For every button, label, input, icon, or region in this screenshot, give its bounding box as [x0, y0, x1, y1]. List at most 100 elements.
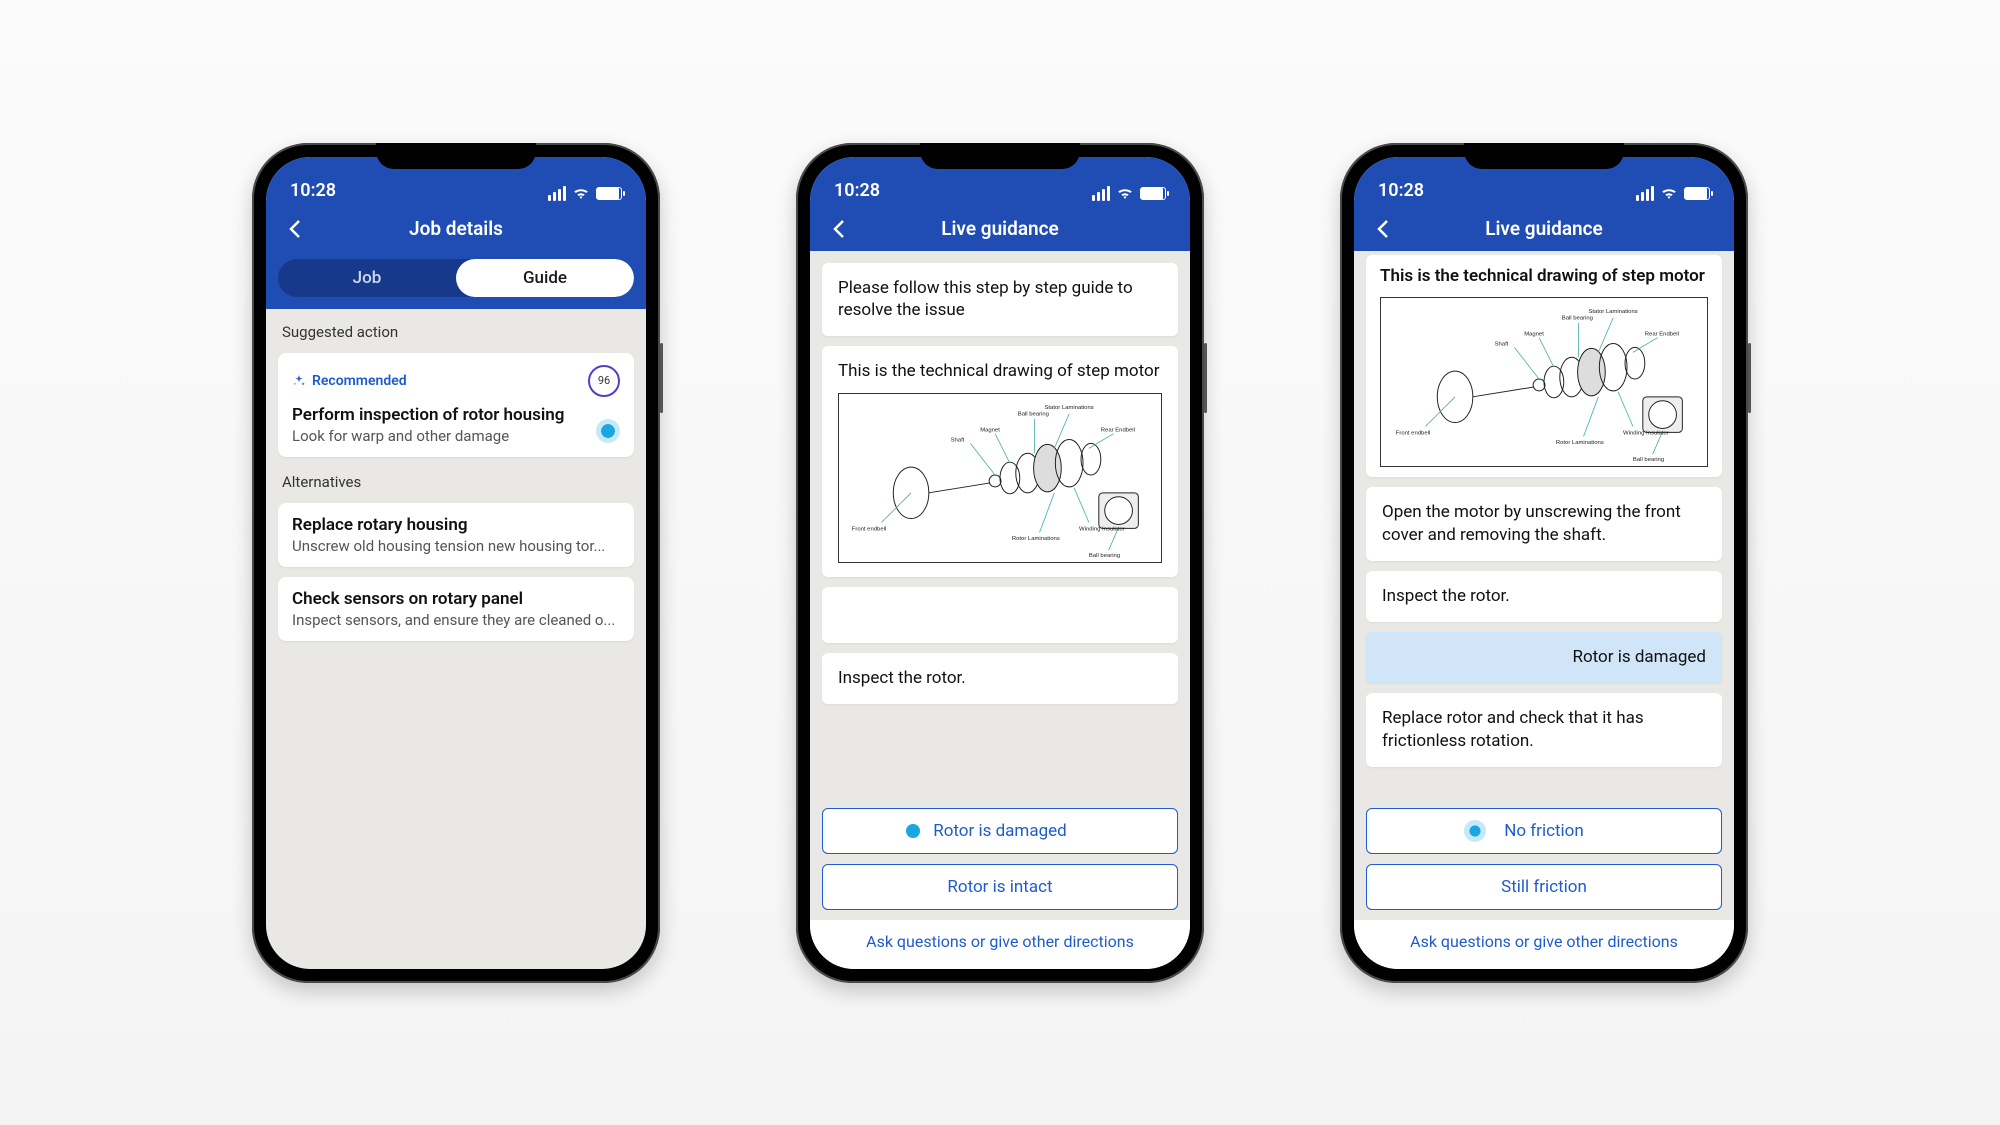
- msg-text: Inspect the rotor.: [838, 667, 1162, 690]
- guidance-message-replace: Replace rotor and check that it has fric…: [1366, 693, 1722, 767]
- svg-text:Front endbell: Front endbell: [852, 527, 886, 533]
- svg-text:Winding Insulator: Winding Insulator: [1623, 431, 1669, 437]
- svg-text:Stator Laminations: Stator Laminations: [1044, 405, 1093, 411]
- tab-guide[interactable]: Guide: [456, 259, 634, 297]
- nav-title: Job details: [409, 217, 503, 240]
- svg-text:Shaft: Shaft: [951, 438, 965, 444]
- battery-icon: [596, 187, 622, 200]
- phone-frame-3: 10:28 Live guidance This is the technica…: [1340, 143, 1748, 983]
- back-button[interactable]: [828, 217, 852, 241]
- sparkle-icon: [292, 374, 306, 388]
- svg-text:Ball bearing: Ball bearing: [1018, 412, 1049, 418]
- guidance-message-inspect: Inspect the rotor.: [822, 653, 1178, 704]
- svg-text:Stator Laminations: Stator Laminations: [1588, 309, 1637, 315]
- msg-text: Inspect the rotor.: [1382, 585, 1706, 608]
- option-no-friction[interactable]: No friction: [1366, 808, 1722, 854]
- option-label: Rotor is damaged: [933, 821, 1067, 841]
- section-alternatives-label: Alternatives: [278, 467, 634, 493]
- wifi-icon: [572, 186, 590, 200]
- cellular-icon: [1092, 186, 1110, 201]
- alternative-card-2[interactable]: Check sensors on rotary panel Inspect se…: [278, 577, 634, 641]
- score-value: 96: [598, 374, 610, 387]
- technical-drawing: Front endbell Shaft Magnet Ball bearing …: [838, 393, 1162, 563]
- ask-label: Ask questions or give other directions: [866, 932, 1134, 951]
- status-icons: [548, 186, 622, 201]
- svg-text:Ball bearing: Ball bearing: [1089, 553, 1120, 559]
- pulse-indicator-icon: [906, 824, 920, 838]
- guidance-message-inspect: Inspect the rotor.: [1366, 571, 1722, 622]
- nav-title: Live guidance: [941, 217, 1059, 240]
- svg-text:Shaft: Shaft: [1495, 342, 1509, 348]
- alt2-subtitle: Inspect sensors, and ensure they are cle…: [292, 611, 620, 629]
- svg-text:Ball bearing: Ball bearing: [1562, 316, 1593, 322]
- screen-1: 10:28 Job details Job Guide Suggested ac…: [266, 157, 646, 969]
- msg-text: This is the technical drawing of step mo…: [838, 360, 1162, 383]
- segmented-control: Job Guide: [278, 259, 634, 297]
- ask-questions-link[interactable]: Ask questions or give other directions: [1354, 920, 1734, 969]
- guidance-message-drawing: This is the technical drawing of step mo…: [1366, 255, 1722, 478]
- option-still-friction[interactable]: Still friction: [1366, 864, 1722, 910]
- user-response: Rotor is damaged: [1366, 632, 1722, 683]
- msg-text: Please follow this step by step guide to…: [838, 277, 1162, 323]
- option-label: Rotor is intact: [947, 877, 1052, 897]
- section-suggested-label: Suggested action: [278, 317, 634, 343]
- pulse-indicator-icon: [1464, 820, 1486, 842]
- pulse-indicator-icon: [596, 419, 620, 443]
- notch: [920, 143, 1080, 169]
- segmented-control-row: Job Guide: [266, 251, 646, 309]
- content-area: This is the technical drawing of step mo…: [1354, 251, 1734, 920]
- option-label: No friction: [1504, 821, 1584, 841]
- status-time: 10:28: [1378, 180, 1424, 201]
- status-time: 10:28: [834, 180, 880, 201]
- recommended-subtitle: Look for warp and other damage: [292, 427, 620, 445]
- wifi-icon: [1660, 186, 1678, 200]
- guidance-message-open: Open the motor by unscrewing the front c…: [1366, 487, 1722, 561]
- phone-frame-1: 10:28 Job details Job Guide Suggested ac…: [252, 143, 660, 983]
- ask-label: Ask questions or give other directions: [1410, 932, 1678, 951]
- svg-text:Winding Insulator: Winding Insulator: [1079, 527, 1125, 533]
- svg-text:Rotor Laminations: Rotor Laminations: [1556, 441, 1604, 447]
- cellular-icon: [1636, 186, 1654, 201]
- svg-text:Magnet: Magnet: [980, 428, 1000, 434]
- svg-text:Ball bearing: Ball bearing: [1633, 457, 1664, 463]
- status-icons: [1636, 186, 1710, 201]
- alternative-card-1[interactable]: Replace rotary housing Unscrew old housi…: [278, 503, 634, 567]
- battery-icon: [1684, 187, 1710, 200]
- guidance-message-drawing: This is the technical drawing of step mo…: [822, 346, 1178, 577]
- msg-text: Open the motor by unscrewing the front c…: [1382, 501, 1706, 547]
- nav-bar: Live guidance: [1354, 207, 1734, 251]
- alt2-title: Check sensors on rotary panel: [292, 589, 620, 609]
- ask-questions-link[interactable]: Ask questions or give other directions: [810, 920, 1190, 969]
- svg-text:Magnet: Magnet: [1524, 332, 1544, 338]
- status-time: 10:28: [290, 180, 336, 201]
- motor-diagram-icon: Front endbell Shaft Magnet Ball bearing …: [839, 394, 1161, 562]
- recommended-tag: Recommended: [292, 373, 407, 389]
- back-button[interactable]: [1372, 217, 1396, 241]
- notch: [376, 143, 536, 169]
- cellular-icon: [548, 186, 566, 201]
- guidance-message-intro: Please follow this step by step guide to…: [822, 263, 1178, 337]
- nav-bar: Live guidance: [810, 207, 1190, 251]
- svg-text:Rear Endbell: Rear Endbell: [1645, 332, 1679, 338]
- recommended-label: Recommended: [312, 373, 407, 389]
- msg-text: This is the technical drawing of step mo…: [1380, 265, 1708, 288]
- content-area: Please follow this step by step guide to…: [810, 251, 1190, 920]
- score-ring: 96: [588, 365, 620, 397]
- msg-text: Rotor is damaged: [1382, 646, 1706, 669]
- alt1-title: Replace rotary housing: [292, 515, 620, 535]
- back-button[interactable]: [284, 217, 308, 241]
- wifi-icon: [1116, 186, 1134, 200]
- option-label: Still friction: [1501, 877, 1587, 897]
- option-rotor-intact[interactable]: Rotor is intact: [822, 864, 1178, 910]
- tab-job[interactable]: Job: [278, 259, 456, 297]
- nav-bar: Job details: [266, 207, 646, 251]
- recommended-title: Perform inspection of rotor housing: [292, 405, 620, 425]
- option-rotor-damaged[interactable]: Rotor is damaged: [822, 808, 1178, 854]
- recommended-card[interactable]: Recommended 96 Perform inspection of rot…: [278, 353, 634, 457]
- status-icons: [1092, 186, 1166, 201]
- motor-diagram-icon: Front endbell Shaft Magnet Ball bearing …: [1381, 298, 1707, 466]
- technical-drawing: Front endbell Shaft Magnet Ball bearing …: [1380, 297, 1708, 467]
- phone-frame-2: 10:28 Live guidance Please follow this s…: [796, 143, 1204, 983]
- svg-text:Rotor Laminations: Rotor Laminations: [1012, 537, 1060, 543]
- svg-text:Front endbell: Front endbell: [1396, 431, 1430, 437]
